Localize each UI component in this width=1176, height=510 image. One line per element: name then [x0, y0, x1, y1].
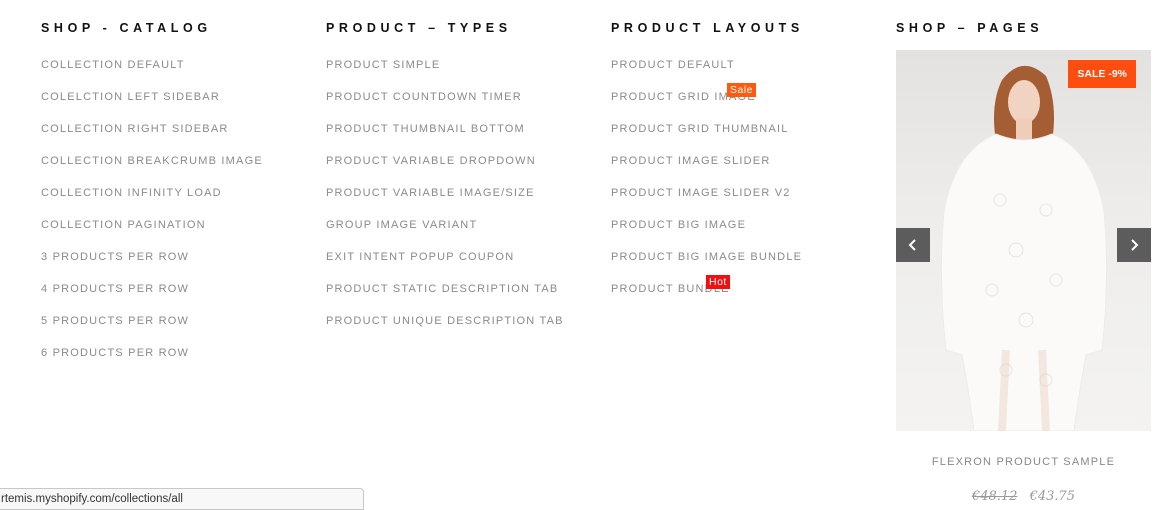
menu-item-product-grid-thumbnail[interactable]: PRODUCT GRID THUMBNAIL	[611, 122, 802, 154]
slider-next-button[interactable]	[1117, 228, 1151, 262]
product-image[interactable]: SALE -9%	[896, 50, 1151, 431]
menu-item-3-products-per-row[interactable]: 3 PRODUCTS PER ROW	[41, 250, 263, 282]
menu-item-product-default[interactable]: PRODUCT DEFAULT	[611, 58, 802, 90]
column-title: SHOP – PAGES	[896, 21, 1044, 35]
menu-item-collection-pagination[interactable]: COLLECTION PAGINATION	[41, 218, 263, 250]
menu-item-group-image-variant[interactable]: GROUP IMAGE VARIANT	[326, 218, 564, 250]
dress-product-image	[940, 65, 1108, 431]
menu-item-product-big-image[interactable]: PRODUCT BIG IMAGE	[611, 218, 802, 250]
menu-item-product-variable-image-size[interactable]: PRODUCT VARIABLE IMAGE/SIZE	[326, 186, 564, 218]
menu-item-6-products-per-row[interactable]: 6 PRODUCTS PER ROW	[41, 346, 263, 378]
menu-item-product-countdown-timer[interactable]: PRODUCT COUNTDOWN TIMER	[326, 90, 564, 122]
column-title: PRODUCT LAYOUTS	[611, 21, 804, 35]
menu-item-collection-infinity-load[interactable]: COLLECTION INFINITY LOAD	[41, 186, 263, 218]
menu-item-product-grid-image[interactable]: PRODUCT GRID IMAGE Sale	[611, 83, 802, 122]
sale-tag: SALE -9%	[1068, 60, 1136, 88]
menu-item-product-variable-dropdown[interactable]: PRODUCT VARIABLE DROPDOWN	[326, 154, 564, 186]
menu-list: PRODUCT SIMPLE PRODUCT COUNTDOWN TIMER P…	[326, 58, 564, 346]
menu-item-5-products-per-row[interactable]: 5 PRODUCTS PER ROW	[41, 314, 263, 346]
menu-item-product-static-description-tab[interactable]: PRODUCT STATIC DESCRIPTION TAB	[326, 282, 564, 314]
menu-item-product-image-slider-v2[interactable]: PRODUCT IMAGE SLIDER V2	[611, 186, 802, 218]
menu-list: PRODUCT DEFAULT PRODUCT GRID IMAGE Sale …	[611, 58, 802, 314]
menu-item-product-bundle[interactable]: PRODUCT BUNDLE Hot	[611, 275, 802, 314]
menu-item-collection-right-sidebar[interactable]: COLLECTION RIGHT SIDEBAR	[41, 122, 263, 154]
column-title: SHOP - CATALOG	[41, 21, 212, 35]
hot-badge: Hot	[706, 275, 730, 289]
product-price: €48.12 €43.75	[896, 489, 1151, 504]
menu-item-collection-breadcrumb-image[interactable]: COLLECTION BREAKCRUMB IMAGE	[41, 154, 263, 186]
chevron-right-icon	[1131, 239, 1139, 251]
sale-badge: Sale	[727, 83, 757, 97]
chevron-left-icon	[908, 239, 916, 251]
menu-item-collection-default[interactable]: COLLECTION DEFAULT	[41, 58, 263, 90]
menu-item-product-simple[interactable]: PRODUCT SIMPLE	[326, 58, 564, 90]
current-price: €43.75	[1029, 489, 1076, 504]
old-price: €48.12	[971, 489, 1018, 504]
column-title: PRODUCT – TYPES	[326, 21, 512, 35]
menu-item-exit-intent-popup-coupon[interactable]: EXIT INTENT POPUP COUPON	[326, 250, 564, 282]
menu-item-product-image-slider[interactable]: PRODUCT IMAGE SLIDER	[611, 154, 802, 186]
menu-list: COLLECTION DEFAULT COLELCTION LEFT SIDEB…	[41, 58, 263, 378]
slider-prev-button[interactable]	[896, 228, 930, 262]
menu-item-collection-left-sidebar[interactable]: COLELCTION LEFT SIDEBAR	[41, 90, 263, 122]
menu-item-4-products-per-row[interactable]: 4 PRODUCTS PER ROW	[41, 282, 263, 314]
status-bar-url: rtemis.myshopify.com/collections/all	[0, 488, 364, 510]
menu-item-product-thumbnail-bottom[interactable]: PRODUCT THUMBNAIL BOTTOM	[326, 122, 564, 154]
product-name[interactable]: FLEXRON PRODUCT SAMPLE	[896, 456, 1151, 468]
menu-item-product-unique-description-tab[interactable]: PRODUCT UNIQUE DESCRIPTION TAB	[326, 314, 564, 346]
